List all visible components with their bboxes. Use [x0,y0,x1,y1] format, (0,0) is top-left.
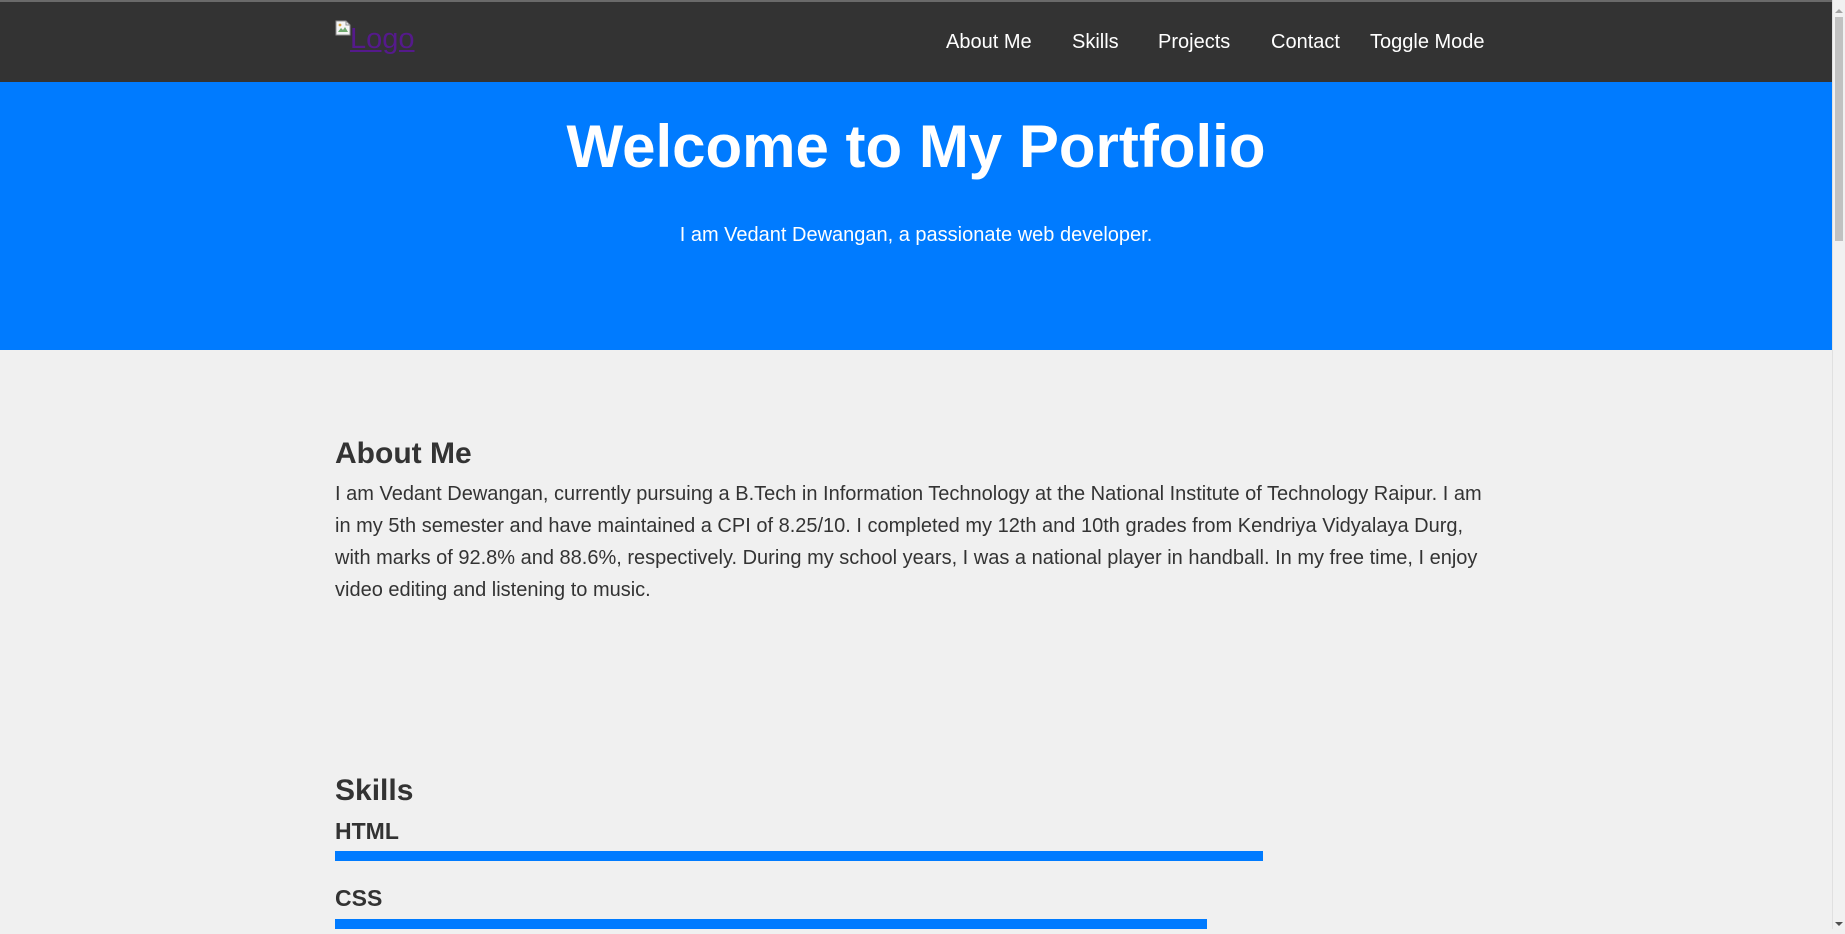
skills-heading: Skills [335,774,414,807]
navbar: Logo About Me Skills Projects Contact To… [0,2,1832,82]
skill-bar-fill [335,919,1208,929]
nav-link-contact[interactable]: Contact [1271,31,1340,54]
skill-name-css: CSS [335,885,383,911]
hero-section: Welcome to My Portfolio I am Vedant Dewa… [0,82,1832,350]
scroll-down-arrow-icon[interactable] [1835,916,1843,926]
page: Logo About Me Skills Projects Contact To… [0,0,1832,929]
skill-name-html: HTML [335,818,399,844]
about-text: I am Vedant Dewangan, currently pursuing… [335,483,1482,601]
skill-bar-css [335,919,1263,929]
hero-subtitle: I am Vedant Dewangan, a passionate web d… [679,224,1153,246]
toggle-mode-button[interactable]: Toggle Mode [1370,31,1485,54]
nav-links: About Me Skills Projects Contact Toggle … [0,2,1832,82]
skill-bar-html [335,851,1263,861]
vertical-scrollbar[interactable] [1832,0,1845,929]
scroll-up-arrow-icon[interactable] [1835,3,1843,13]
nav-link-skills[interactable]: Skills [1072,31,1119,54]
about-heading: About Me [335,437,472,470]
hero-title: Welcome to My Portfolio [566,113,1266,180]
scroll-thumb[interactable] [1835,17,1843,241]
skill-bar-fill [335,851,1263,861]
nav-link-projects[interactable]: Projects [1158,31,1230,54]
nav-link-about-me[interactable]: About Me [946,31,1032,54]
